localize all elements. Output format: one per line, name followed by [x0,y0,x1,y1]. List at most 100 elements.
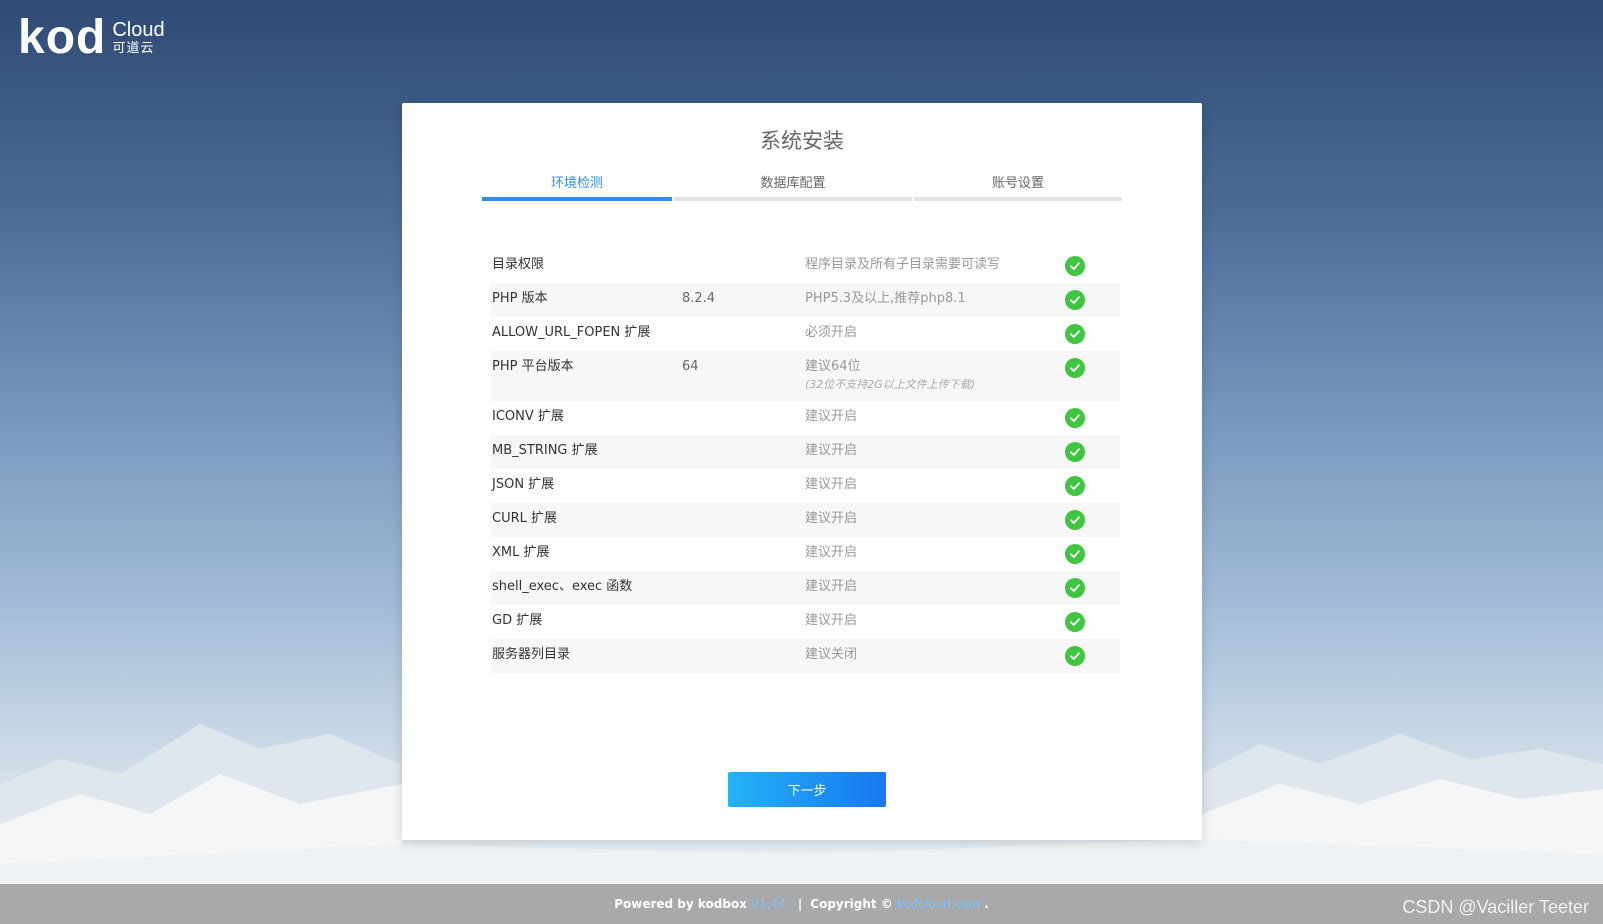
footer-dot: . [984,897,989,911]
check-description-text: 建议关闭 [805,647,858,662]
check-status [1055,476,1095,496]
check-ok-icon [1065,324,1085,344]
step-progress-bar [482,197,672,201]
step-progress-bar [674,197,912,201]
check-note: (32位不支持2G以上文件上传下载) [805,378,976,391]
step-account-settings[interactable]: 账号设置 [914,171,1122,201]
footer: Powered by kodbox V1.44 | Copyright © ko… [0,884,1603,924]
footer-copyright: Copyright © [810,897,893,911]
check-description: 建议开启 [805,578,1055,596]
check-row: MB_STRING 扩展 建议开启 [490,435,1120,469]
check-description-text: PHP5.3及以上,推荐php8.1 [805,291,966,306]
check-description: 建议64位 (32位不支持2G以上文件上传下载) [805,358,1055,394]
logo: kod Cloud 可道云 [18,14,165,62]
check-name: ALLOW_URL_FOPEN 扩展 [492,325,651,340]
logo-cloud-text: Cloud [112,19,165,41]
environment-check-list: 目录权限 程序目录及所有子目录需要可读写 PHP 版本 8.2.4 PHP5.3及以上,… [490,249,1120,673]
check-name: ICONV 扩展 [492,409,564,424]
check-name: CURL 扩展 [492,511,558,526]
check-ok-icon [1065,358,1085,378]
check-status [1055,408,1095,428]
check-status [1055,612,1095,632]
check-value: 64 [682,359,699,374]
check-description-text: 建议64位 [805,359,861,374]
check-row: CURL 扩展 建议开启 [490,503,1120,537]
check-description: 建议开启 [805,442,1055,460]
step-label: 账号设置 [991,176,1044,191]
check-name: 服务器列目录 [492,647,571,662]
page-title: 系统安装 [760,129,844,153]
check-status [1055,578,1095,598]
logo-cn-text: 可道云 [112,41,155,56]
install-card: 系统安装 环境检测 数据库配置 账号设置 目录权限 程序目录及所有子目录需要可读写… [402,103,1202,840]
check-description: 建议关闭 [805,646,1055,664]
check-description: 建议开启 [805,544,1055,562]
check-ok-icon [1065,578,1085,598]
check-row: ALLOW_URL_FOPEN 扩展 必须开启 [490,317,1120,351]
install-steps: 环境检测 数据库配置 账号设置 [482,171,1122,201]
logo-text: Cloud 可道云 [112,20,164,58]
check-row: JSON 扩展 建议开启 [490,469,1120,503]
check-description-text: 建议开启 [805,409,858,424]
watermark: CSDN @Vaciller Teeter [1402,897,1589,917]
check-name: 目录权限 [492,257,545,272]
check-status [1055,256,1095,276]
check-row: PHP 版本 8.2.4 PHP5.3及以上,推荐php8.1 [490,283,1120,317]
step-database-config[interactable]: 数据库配置 [674,171,912,201]
logo-mark: kod [18,11,107,64]
check-row: shell_exec、exec 函数 建议开启 [490,571,1120,605]
check-description: 建议开启 [805,476,1055,494]
step-label: 环境检测 [550,176,603,191]
check-description: 建议开启 [805,408,1055,426]
check-description-text: 建议开启 [805,545,858,560]
footer-version: V1.44 [750,897,786,911]
check-description: PHP5.3及以上,推荐php8.1 [805,290,1055,308]
step-progress-bar [914,197,1122,201]
check-ok-icon [1065,510,1085,530]
check-description: 建议开启 [805,612,1055,630]
check-description: 程序目录及所有子目录需要可读写 [805,256,1055,274]
check-name: GD 扩展 [492,613,543,628]
check-status [1055,544,1095,564]
check-name: MB_STRING 扩展 [492,443,598,458]
check-ok-icon [1065,408,1085,428]
check-ok-icon [1065,612,1085,632]
next-step-button[interactable]: 下一步 [728,772,886,807]
check-description-text: 程序目录及所有子目录需要可读写 [805,257,1001,272]
check-description-text: 建议开启 [805,443,858,458]
footer-link[interactable]: kodcloud.com [897,897,980,911]
check-row: ICONV 扩展 建议开启 [490,401,1120,435]
check-name: shell_exec、exec 函数 [492,579,633,594]
check-ok-icon [1065,442,1085,462]
check-row: 目录权限 程序目录及所有子目录需要可读写 [490,249,1120,283]
footer-separator: | [797,897,803,911]
check-ok-icon [1065,646,1085,666]
check-value: 8.2.4 [682,291,716,306]
check-name: PHP 版本 [492,291,548,306]
check-status [1055,324,1095,344]
check-row: XML 扩展 建议开启 [490,537,1120,571]
check-ok-icon [1065,544,1085,564]
check-description-text: 建议开启 [805,613,858,628]
check-row: 服务器列目录 建议关闭 [490,639,1120,673]
check-name: XML 扩展 [492,545,550,560]
step-env-check[interactable]: 环境检测 [482,171,672,201]
check-ok-icon [1065,290,1085,310]
check-status [1055,646,1095,666]
check-description-text: 建议开启 [805,579,858,594]
check-status [1055,442,1095,462]
check-description-text: 建议开启 [805,511,858,526]
check-description-text: 必须开启 [805,325,858,340]
check-status [1055,510,1095,530]
footer-powered: Powered by kodbox [614,897,747,911]
check-row: GD 扩展 建议开启 [490,605,1120,639]
check-name: PHP 平台版本 [492,359,574,374]
check-description: 必须开启 [805,324,1055,342]
check-description: 建议开启 [805,510,1055,528]
check-status [1055,358,1095,378]
check-status [1055,290,1095,310]
check-ok-icon [1065,476,1085,496]
check-row: PHP 平台版本 64 建议64位 (32位不支持2G以上文件上传下载) [490,351,1120,401]
step-label: 数据库配置 [760,176,826,191]
check-description-text: 建议开启 [805,477,858,492]
